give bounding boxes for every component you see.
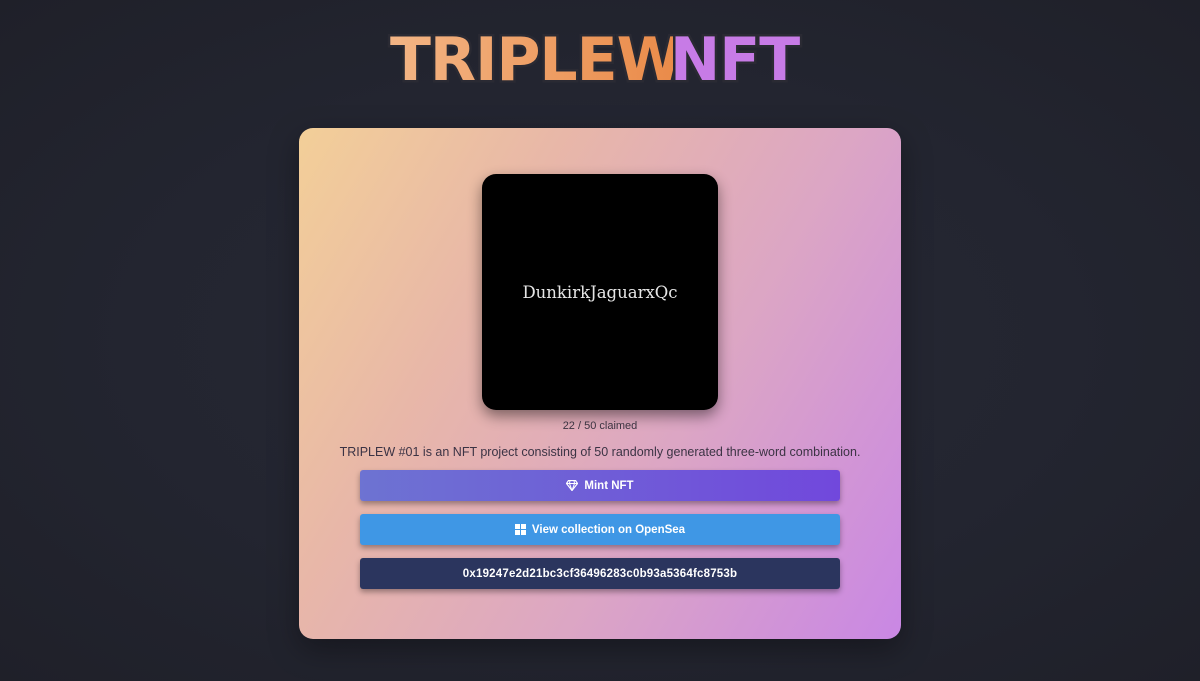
nft-preview-name: DunkirkJaguarxQc [522, 282, 678, 302]
site-logo: TRIPLEW NFT [0, 22, 1200, 98]
claimed-counter: 22 / 50 claimed [562, 420, 638, 432]
mint-card: DunkirkJaguarxQc 22 / 50 claimed TRIPLEW… [299, 128, 901, 639]
mint-nft-button[interactable]: Mint NFT [360, 470, 840, 501]
mint-nft-label: Mint NFT [584, 479, 634, 492]
nft-preview-image: DunkirkJaguarxQc [482, 174, 718, 410]
contract-address-label: 0x19247e2d21bc3cf36496283c0b93a5364fc875… [462, 567, 738, 580]
grid-icon [514, 524, 526, 535]
view-opensea-label: View collection on OpenSea [531, 523, 686, 536]
diamond-icon [566, 480, 579, 491]
project-description: TRIPLEW #01 is an NFT project consisting… [339, 445, 861, 459]
view-opensea-button[interactable]: View collection on OpenSea [360, 514, 840, 545]
logo-text-triplew: TRIPLEW [390, 25, 682, 95]
contract-address-button[interactable]: 0x19247e2d21bc3cf36496283c0b93a5364fc875… [360, 558, 840, 589]
logo-text-nft: NFT [670, 25, 800, 95]
